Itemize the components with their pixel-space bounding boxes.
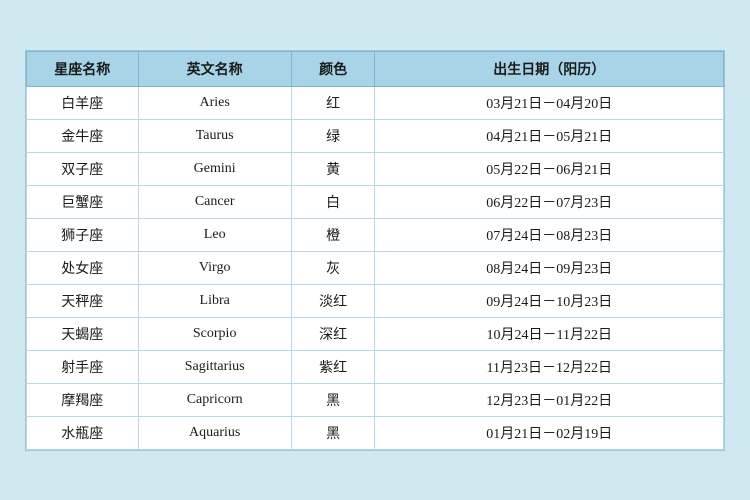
cell-english-name: Aquarius [138, 416, 291, 449]
table-row: 天蝎座Scorpio深红10月24日－11月22日 [27, 317, 724, 350]
cell-chinese-name: 金牛座 [27, 119, 139, 152]
cell-chinese-name: 摩羯座 [27, 383, 139, 416]
cell-chinese-name: 巨蟹座 [27, 185, 139, 218]
cell-chinese-name: 天蝎座 [27, 317, 139, 350]
table-row: 白羊座Aries红03月21日－04月20日 [27, 86, 724, 119]
header-color: 颜色 [291, 51, 375, 86]
zodiac-table-container: 星座名称 英文名称 颜色 出生日期（阳历） 白羊座Aries红03月21日－04… [25, 50, 725, 451]
table-row: 狮子座Leo橙07月24日－08月23日 [27, 218, 724, 251]
cell-color: 橙 [291, 218, 375, 251]
cell-date: 06月22日－07月23日 [375, 185, 724, 218]
cell-color: 黑 [291, 416, 375, 449]
cell-date: 12月23日－01月22日 [375, 383, 724, 416]
cell-date: 07月24日－08月23日 [375, 218, 724, 251]
table-row: 巨蟹座Cancer白06月22日－07月23日 [27, 185, 724, 218]
cell-english-name: Scorpio [138, 317, 291, 350]
zodiac-table: 星座名称 英文名称 颜色 出生日期（阳历） 白羊座Aries红03月21日－04… [26, 51, 724, 450]
cell-color: 紫红 [291, 350, 375, 383]
cell-english-name: Aries [138, 86, 291, 119]
table-row: 处女座Virgo灰08月24日－09月23日 [27, 251, 724, 284]
cell-date: 08月24日－09月23日 [375, 251, 724, 284]
cell-date: 03月21日－04月20日 [375, 86, 724, 119]
cell-date: 09月24日－10月23日 [375, 284, 724, 317]
cell-date: 01月21日－02月19日 [375, 416, 724, 449]
cell-chinese-name: 白羊座 [27, 86, 139, 119]
cell-chinese-name: 双子座 [27, 152, 139, 185]
table-row: 双子座Gemini黄05月22日－06月21日 [27, 152, 724, 185]
cell-date: 11月23日－12月22日 [375, 350, 724, 383]
cell-color: 深红 [291, 317, 375, 350]
cell-english-name: Libra [138, 284, 291, 317]
cell-date: 05月22日－06月21日 [375, 152, 724, 185]
cell-english-name: Capricorn [138, 383, 291, 416]
cell-chinese-name: 天秤座 [27, 284, 139, 317]
cell-color: 绿 [291, 119, 375, 152]
cell-color: 灰 [291, 251, 375, 284]
table-header-row: 星座名称 英文名称 颜色 出生日期（阳历） [27, 51, 724, 86]
cell-color: 红 [291, 86, 375, 119]
cell-color: 淡红 [291, 284, 375, 317]
cell-date: 04月21日－05月21日 [375, 119, 724, 152]
cell-english-name: Sagittarius [138, 350, 291, 383]
cell-color: 黄 [291, 152, 375, 185]
cell-chinese-name: 处女座 [27, 251, 139, 284]
cell-english-name: Taurus [138, 119, 291, 152]
table-row: 水瓶座Aquarius黑01月21日－02月19日 [27, 416, 724, 449]
cell-english-name: Leo [138, 218, 291, 251]
header-date: 出生日期（阳历） [375, 51, 724, 86]
cell-chinese-name: 水瓶座 [27, 416, 139, 449]
table-row: 射手座Sagittarius紫红11月23日－12月22日 [27, 350, 724, 383]
table-row: 金牛座Taurus绿04月21日－05月21日 [27, 119, 724, 152]
header-english-name: 英文名称 [138, 51, 291, 86]
cell-color: 白 [291, 185, 375, 218]
cell-date: 10月24日－11月22日 [375, 317, 724, 350]
cell-english-name: Virgo [138, 251, 291, 284]
cell-color: 黑 [291, 383, 375, 416]
cell-english-name: Gemini [138, 152, 291, 185]
cell-chinese-name: 狮子座 [27, 218, 139, 251]
cell-english-name: Cancer [138, 185, 291, 218]
table-row: 天秤座Libra淡红09月24日－10月23日 [27, 284, 724, 317]
header-chinese-name: 星座名称 [27, 51, 139, 86]
cell-chinese-name: 射手座 [27, 350, 139, 383]
table-row: 摩羯座Capricorn黑12月23日－01月22日 [27, 383, 724, 416]
